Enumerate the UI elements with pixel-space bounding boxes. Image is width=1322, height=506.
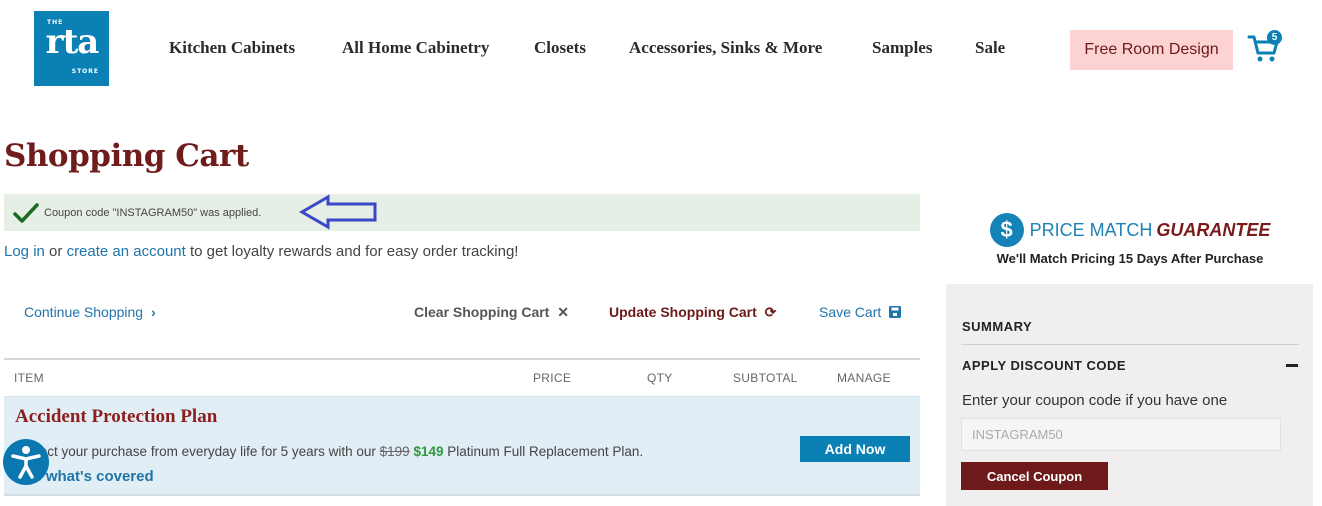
refresh-icon: ⟳ — [764, 304, 777, 320]
price-match-subtitle: We'll Match Pricing 15 Days After Purcha… — [996, 251, 1264, 266]
page-title: Shopping Cart — [4, 138, 249, 174]
clear-cart-label: Clear Shopping Cart — [414, 304, 550, 320]
table-divider — [4, 358, 920, 360]
rta-store-logo[interactable]: THE rta STORE — [34, 11, 109, 86]
cancel-coupon-button[interactable]: Cancel Coupon — [961, 462, 1108, 490]
dollar-coin-icon: $ — [989, 213, 1024, 247]
continue-shopping-link[interactable]: Continue Shopping › — [24, 304, 156, 320]
save-cart-button[interactable]: Save Cart — [819, 304, 902, 320]
login-rest-text: to get loyalty rewards and for easy orde… — [185, 243, 519, 260]
coupon-applied-message: Coupon code "INSTAGRAM50" was applied. — [4, 194, 920, 231]
nav-closets[interactable]: Closets — [534, 38, 586, 58]
summary-panel: SUMMARY APPLY DISCOUNT CODE Enter your c… — [946, 284, 1313, 506]
accessibility-button[interactable] — [3, 439, 49, 485]
column-header-manage: MANAGE — [837, 371, 891, 385]
price-match-guarantee: $ PRICE MATCH GUARANTEE We'll Match Prici… — [946, 212, 1314, 266]
price-match-title: PRICE MATCH — [1029, 219, 1153, 240]
plan-description: Protect your purchase from everyday life… — [15, 444, 643, 459]
annotation-arrow-icon — [299, 194, 377, 230]
plan-title: Accident Protection Plan — [15, 406, 218, 427]
column-header-qty: QTY — [647, 371, 673, 385]
accessibility-icon — [11, 446, 41, 479]
coupon-code-input[interactable] — [961, 418, 1281, 451]
save-cart-label: Save Cart — [819, 304, 882, 320]
login-or-text: or — [44, 243, 67, 260]
minus-icon[interactable] — [1286, 364, 1298, 367]
floppy-disk-icon — [889, 306, 902, 318]
login-link[interactable]: Log in — [4, 243, 45, 260]
nav-sale[interactable]: Sale — [975, 38, 1005, 58]
column-header-subtotal: SUBTOTAL — [733, 371, 798, 385]
update-cart-label: Update Shopping Cart — [609, 304, 757, 320]
checkmark-icon — [13, 202, 39, 223]
discount-code-label: Enter your coupon code if you have one — [962, 392, 1228, 409]
clear-cart-button[interactable]: Clear Shopping Cart ✕ — [414, 304, 569, 321]
nav-samples[interactable]: Samples — [872, 38, 932, 58]
logo-rta: rta — [45, 22, 100, 62]
create-account-link[interactable]: create an account — [67, 243, 186, 260]
summary-title: SUMMARY — [962, 319, 1033, 334]
summary-divider — [961, 344, 1299, 345]
login-prompt: Log in or create an account to get loyal… — [4, 243, 518, 260]
coupon-message-text: Coupon code "INSTAGRAM50" was applied. — [44, 206, 262, 219]
nav-accessories[interactable]: Accessories, Sinks & More — [629, 38, 822, 58]
add-now-button[interactable]: Add Now — [800, 436, 910, 462]
nav-all-home-cabinetry[interactable]: All Home Cabinetry — [342, 38, 489, 58]
chevron-right-icon: › — [151, 304, 156, 320]
plan-old-price: $199 — [379, 444, 410, 459]
price-match-guarantee-text: GUARANTEE — [1156, 219, 1271, 240]
cart-count-badge: 5 — [1267, 30, 1282, 45]
column-header-item: ITEM — [14, 371, 44, 385]
protection-plan-row: Accident Protection Plan Protect your pu… — [4, 396, 920, 496]
logo-store: STORE — [71, 68, 99, 75]
discount-code-toggle[interactable]: APPLY DISCOUNT CODE — [962, 358, 1126, 373]
column-header-price: PRICE — [533, 371, 572, 385]
free-room-design-button[interactable]: Free Room Design — [1070, 30, 1233, 70]
close-icon: ✕ — [557, 304, 569, 320]
update-cart-button[interactable]: Update Shopping Cart ⟳ — [609, 304, 776, 321]
continue-shopping-label: Continue Shopping — [24, 304, 144, 320]
cart-button[interactable]: 5 — [1247, 30, 1287, 64]
plan-desc-before: Protect your purchase from everyday life… — [15, 444, 380, 459]
plan-desc-after: Platinum Full Replacement Plan. — [443, 444, 644, 459]
plan-new-price: $149 — [413, 444, 444, 459]
nav-kitchen-cabinets[interactable]: Kitchen Cabinets — [169, 38, 295, 58]
